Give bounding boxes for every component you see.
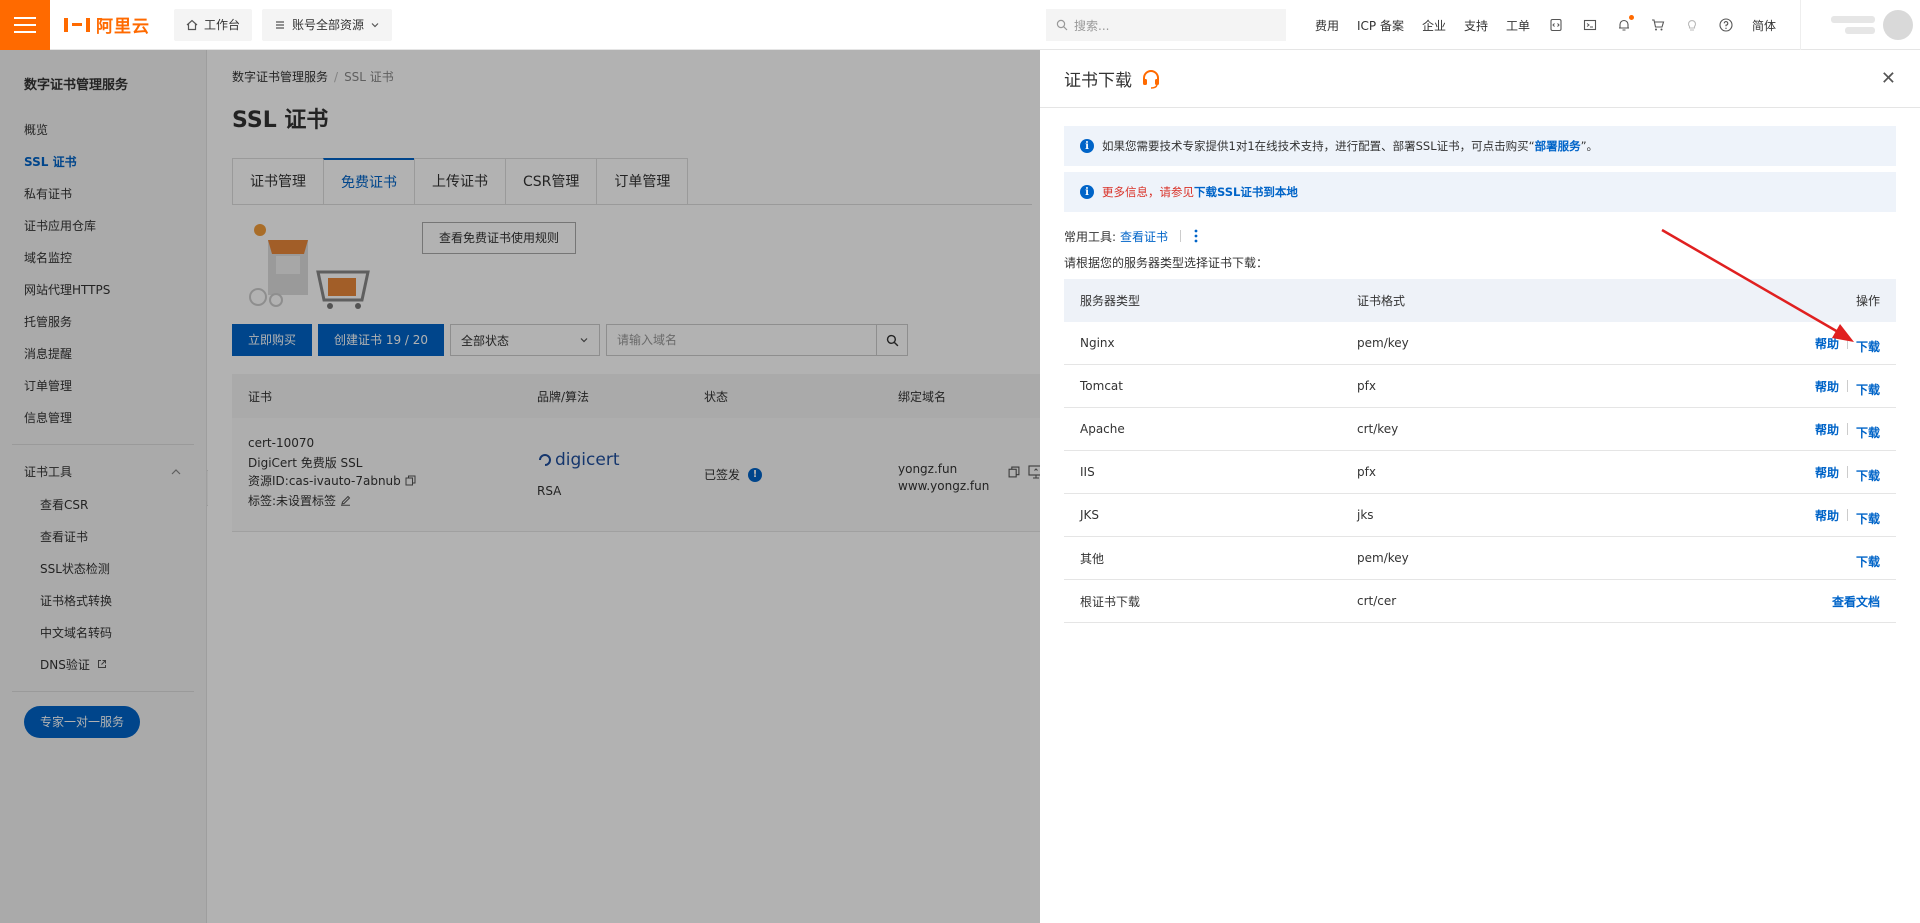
resource-scope-dropdown[interactable]: 账号全部资源 xyxy=(262,8,393,41)
download-nginx-button[interactable]: 下载 xyxy=(1856,338,1880,355)
table-row: Tomcat pfx 帮助 下载 xyxy=(1064,365,1896,408)
code-icon[interactable] xyxy=(1548,17,1564,33)
download-apache-button[interactable]: 下载 xyxy=(1856,424,1880,441)
notice-deploy-service: i 如果您需要技术专家提供1对1在线技术支持，进行配置、部署SSL证书，可点击购… xyxy=(1064,126,1896,166)
hamburger-menu-button[interactable] xyxy=(0,0,50,50)
server-type: Nginx xyxy=(1080,336,1115,350)
help-link[interactable]: 帮助 xyxy=(1815,378,1839,395)
column-server-type: 服务器类型 xyxy=(1080,294,1141,308)
download-iis-button[interactable]: 下载 xyxy=(1856,467,1880,484)
info-icon: i xyxy=(1080,139,1094,153)
user-name-blurred xyxy=(1831,16,1875,34)
common-tools: 常用工具: 查看证书 xyxy=(1064,226,1896,246)
workbench-button[interactable]: 工作台 xyxy=(174,8,253,41)
server-type: JKS xyxy=(1080,508,1100,522)
table-row: 其他 pem/key 下载 xyxy=(1064,537,1896,580)
column-operations: 操作 xyxy=(1855,294,1880,308)
server-type: 其他 xyxy=(1080,551,1105,566)
view-cert-tool-link[interactable]: 查看证书 xyxy=(1120,228,1168,245)
view-docs-link[interactable]: 查看文档 xyxy=(1832,593,1880,610)
common-tools-label: 常用工具: xyxy=(1064,229,1117,244)
download-other-button[interactable]: 下载 xyxy=(1856,553,1880,570)
download-table-header: 服务器类型 证书格式 操作 xyxy=(1064,279,1896,322)
headset-support-icon[interactable] xyxy=(1140,68,1162,90)
help-icon[interactable] xyxy=(1718,17,1734,33)
drawer-header: 证书下载 ✕ xyxy=(1040,50,1920,108)
help-link[interactable]: 帮助 xyxy=(1815,335,1839,352)
cert-format: jks xyxy=(1357,508,1374,522)
bell-icon[interactable] xyxy=(1616,15,1635,33)
table-row: IIS pfx 帮助 下载 xyxy=(1064,451,1896,494)
download-tomcat-button[interactable]: 下载 xyxy=(1856,381,1880,398)
chevron-down-icon xyxy=(371,22,379,27)
language-switch[interactable]: 简体 xyxy=(1752,17,1776,34)
avatar xyxy=(1883,10,1913,40)
drawer-title: 证书下载 xyxy=(1064,71,1132,91)
terminal-icon[interactable] xyxy=(1582,17,1598,33)
user-menu[interactable] xyxy=(1800,0,1920,50)
notice-deploy-post: ”。 xyxy=(1580,139,1599,153)
server-type: IIS xyxy=(1080,465,1095,479)
table-row: Nginx pem/key 帮助 下载 xyxy=(1064,322,1896,365)
server-type: Apache xyxy=(1080,422,1125,436)
help-link[interactable]: 帮助 xyxy=(1815,507,1839,524)
nav-link-icp[interactable]: ICP 备案 xyxy=(1357,17,1404,34)
cert-download-drawer: 证书下载 ✕ i 如果您需要技术专家提供1对1在线技术支持，进行配置、部署SSL… xyxy=(1040,50,1920,923)
help-link[interactable]: 帮助 xyxy=(1815,464,1839,481)
notice-deploy-pre: 如果您需要技术专家提供1对1在线技术支持，进行配置、部署SSL证书，可点击购买“ xyxy=(1102,139,1535,153)
search-icon xyxy=(1056,19,1068,31)
server-type: Tomcat xyxy=(1080,379,1123,393)
cert-format: crt/cer xyxy=(1357,594,1397,608)
notice-more-info-text: 更多信息，请参见下载SSL证书到本地 xyxy=(1102,184,1298,200)
row-operations: 下载 xyxy=(1856,550,1880,570)
server-type-hint: 请根据您的服务器类型选择证书下载： xyxy=(1064,256,1269,270)
row-operations: 帮助 下载 xyxy=(1815,335,1880,355)
row-operations: 帮助 下载 xyxy=(1815,464,1880,484)
resource-scope-label: 账号全部资源 xyxy=(292,18,365,32)
cert-format: pfx xyxy=(1357,465,1376,479)
row-operations: 帮助 下载 xyxy=(1815,421,1880,441)
divider xyxy=(1180,230,1182,242)
column-cert-format: 证书格式 xyxy=(1357,294,1406,308)
nav-link-ticket[interactable]: 工单 xyxy=(1506,17,1530,34)
download-guide-link[interactable]: 下载SSL证书到本地 xyxy=(1194,185,1298,199)
aliyun-logo[interactable]: 阿里云 xyxy=(64,12,164,37)
logo-text: 阿里云 xyxy=(96,17,150,37)
row-operations: 帮助 下载 xyxy=(1815,378,1880,398)
modal-overlay[interactable] xyxy=(0,50,1040,923)
more-vertical-icon[interactable] xyxy=(1193,228,1199,244)
workbench-label: 工作台 xyxy=(204,18,241,32)
lightbulb-icon[interactable] xyxy=(1684,17,1700,33)
cert-format: pem/key xyxy=(1357,336,1409,350)
table-row: JKS jks 帮助 下载 xyxy=(1064,494,1896,537)
global-search-input[interactable]: 搜索... xyxy=(1046,9,1286,41)
row-operations: 帮助 下载 xyxy=(1815,507,1880,527)
table-row: Apache crt/key 帮助 下载 xyxy=(1064,408,1896,451)
close-icon[interactable]: ✕ xyxy=(1881,68,1896,89)
notice-deploy-text: 如果您需要技术专家提供1对1在线技术支持，进行配置、部署SSL证书，可点击购买“… xyxy=(1102,138,1598,154)
download-jks-button[interactable]: 下载 xyxy=(1856,510,1880,527)
cert-format: pem/key xyxy=(1357,551,1409,565)
home-icon xyxy=(186,19,198,30)
cart-icon[interactable] xyxy=(1650,17,1666,33)
table-row: 根证书下载 crt/cer 查看文档 xyxy=(1064,580,1896,623)
info-icon: i xyxy=(1080,185,1094,199)
cert-format: pfx xyxy=(1357,379,1376,393)
download-table: 服务器类型 证书格式 操作 Nginx pem/key 帮助 下载 Tomcat … xyxy=(1064,279,1896,623)
help-link[interactable]: 帮助 xyxy=(1815,421,1839,438)
list-icon xyxy=(276,20,285,29)
search-placeholder: 搜索... xyxy=(1074,18,1110,33)
nav-link-billing[interactable]: 费用 xyxy=(1315,17,1339,34)
nav-link-enterprise[interactable]: 企业 xyxy=(1422,17,1446,34)
top-links: 费用 ICP 备案 企业 支持 工单 简体 xyxy=(1306,0,1785,50)
logo-icon xyxy=(64,17,90,32)
server-type: 根证书下载 xyxy=(1080,594,1141,609)
row-operations: 查看文档 xyxy=(1832,593,1880,610)
nav-link-support[interactable]: 支持 xyxy=(1464,17,1488,34)
notice-more-info: i 更多信息，请参见下载SSL证书到本地 xyxy=(1064,172,1896,212)
top-navbar: 阿里云 工作台 账号全部资源 搜索... 费用 ICP 备案 企业 支持 工单 … xyxy=(0,0,1920,50)
cert-format: crt/key xyxy=(1357,422,1399,436)
notice-more-info-pre: 更多信息，请参见 xyxy=(1102,185,1194,199)
deploy-service-link[interactable]: 部署服务 xyxy=(1535,139,1581,153)
